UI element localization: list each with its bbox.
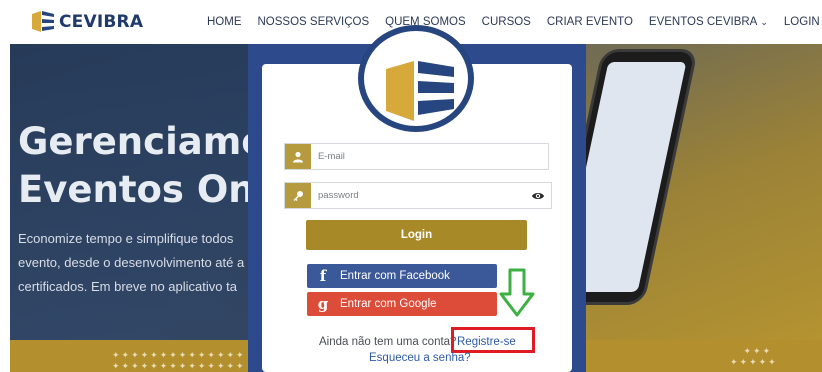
hero-description: Economize tempo e simplifique todos even… [18, 227, 244, 299]
forgot-password-link[interactable]: Esqueceu a senha? [369, 352, 471, 364]
google-icon: g [317, 295, 329, 313]
google-login-button[interactable]: g Entrar com Google [307, 292, 497, 316]
chevron-down-icon: ⌄ [760, 17, 768, 27]
signup-prompt: Ainda não tem uma conta? [319, 336, 457, 348]
login-button[interactable]: Login [306, 220, 527, 250]
book-logo-icon [386, 61, 454, 121]
cevibra-logo-icon [32, 11, 54, 32]
password-input[interactable] [318, 183, 538, 208]
password-field [284, 182, 552, 209]
brand-logo[interactable]: CEVIBRA [30, 9, 143, 35]
decorative-dots-right: ✦✦✦ ✦✦✦✦✦ [730, 346, 778, 367]
decorative-dots: ✦✦✦✦✦✦✦✦✦✦✦✦✦✦ ✦✦✦✦✦✦✦✦✦✦✦✦✦✦ [112, 350, 246, 371]
facebook-login-button[interactable]: f Entrar com Facebook [307, 264, 497, 288]
brand-name: CEVIBRA [59, 12, 144, 32]
email-input[interactable] [318, 144, 538, 169]
nav-item-events[interactable]: EVENTOS CEVIBRA ⌄ [649, 14, 768, 30]
google-button-label: Entrar com Google [340, 298, 437, 310]
nav-item-courses[interactable]: CURSOS [482, 14, 531, 30]
nav-item-home[interactable]: HOME [207, 14, 242, 30]
facebook-icon: f [319, 267, 327, 285]
nav-item-create-event[interactable]: CRIAR EVENTO [547, 14, 633, 30]
eye-icon[interactable] [531, 189, 545, 203]
cevibra-emblem [358, 25, 474, 132]
hero-text-line3: certificados. Em breve no aplicativo ta [18, 279, 237, 294]
hero-text-line2: evento, desde o desenvolvimento até a [18, 255, 245, 270]
email-field [284, 143, 549, 170]
facebook-button-label: Entrar com Facebook [340, 270, 450, 282]
user-icon [285, 144, 311, 169]
nav-item-events-label: EVENTOS CEVIBRA [648, 16, 758, 28]
nav-item-services[interactable]: NOSSOS SERVIÇOS [258, 14, 370, 30]
signup-link[interactable]: Registre-se [457, 336, 516, 348]
main-nav: HOME NOSSOS SERVIÇOS QUEM SOMOS CURSOS C… [207, 14, 822, 30]
arrow-down-icon [499, 268, 535, 317]
key-icon [285, 183, 311, 208]
hero-text-line1: Economize tempo e simplifique todos [18, 231, 234, 246]
nav-item-login[interactable]: LOGIN [784, 14, 820, 30]
